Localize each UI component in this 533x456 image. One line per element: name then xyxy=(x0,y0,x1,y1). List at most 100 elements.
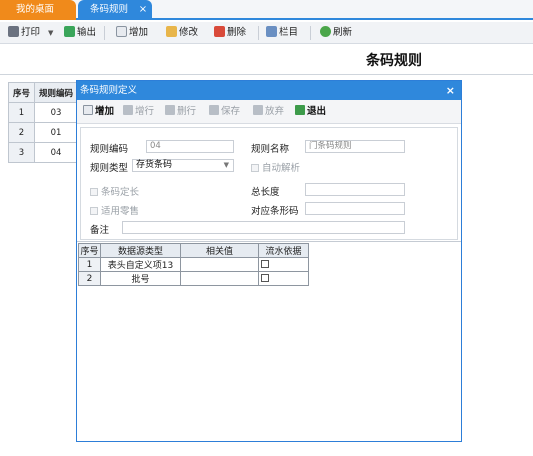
export-label: 输出 xyxy=(77,27,97,38)
row-code: 03 xyxy=(34,102,78,123)
edit-label: 修改 xyxy=(179,27,199,38)
exit-label: 退出 xyxy=(307,106,327,117)
row-code: 04 xyxy=(34,142,78,163)
columns-button[interactable]: 栏目 xyxy=(266,25,298,41)
discard-label: 放弃 xyxy=(265,106,285,117)
checkbox-icon xyxy=(261,259,269,268)
remark-label: 备注 xyxy=(90,225,110,236)
serial-basis-checkbox[interactable] xyxy=(258,257,309,272)
delete-row-icon xyxy=(165,105,175,115)
save-label: 保存 xyxy=(221,106,241,117)
exit-icon xyxy=(295,105,305,115)
save-icon xyxy=(209,105,219,115)
grid-header-code: 规则编码 xyxy=(34,82,78,103)
printer-icon xyxy=(8,26,19,37)
retail-checkbox[interactable]: 适用零售 xyxy=(90,203,139,217)
delete-icon xyxy=(214,26,225,37)
row-num: 1 xyxy=(8,102,35,123)
barcode-field[interactable] xyxy=(305,202,405,215)
rule-name-label: 规则名称 xyxy=(251,144,290,155)
detail-row-num: 2 xyxy=(78,271,101,286)
title-divider xyxy=(0,74,533,75)
add-doc-icon xyxy=(116,26,127,37)
total-length-label: 总长度 xyxy=(251,187,280,198)
delete-row-button[interactable]: 删行 xyxy=(165,105,196,119)
dialog-add-button[interactable]: 增加 xyxy=(83,105,114,119)
export-button[interactable]: 输出 xyxy=(64,25,96,41)
table-row[interactable]: 1 03 xyxy=(8,102,78,123)
remark-field[interactable] xyxy=(122,221,405,234)
auto-parse-label: 自动解析 xyxy=(262,163,301,174)
detail-row-num: 1 xyxy=(78,257,101,272)
print-button[interactable]: 打印 xyxy=(8,25,40,41)
row-num: 3 xyxy=(8,142,35,163)
dialog-add-label: 增加 xyxy=(95,106,115,117)
detail-row-value[interactable] xyxy=(180,271,259,286)
columns-icon xyxy=(266,26,277,37)
detail-header-value: 相关值 xyxy=(180,243,259,258)
close-icon[interactable]: × xyxy=(446,81,455,100)
add-row-icon xyxy=(123,105,133,115)
table-row[interactable]: 3 04 xyxy=(8,142,78,163)
save-button[interactable]: 保存 xyxy=(209,105,240,119)
exit-button[interactable]: 退出 xyxy=(295,105,326,119)
tab-my-desktop[interactable]: 我的桌面 xyxy=(0,0,76,20)
rule-type-select[interactable]: 存货条码 ▼ xyxy=(132,159,234,172)
checkbox-icon xyxy=(261,273,269,282)
toolbar-separator xyxy=(104,26,105,40)
export-icon xyxy=(64,26,75,37)
rule-code-field[interactable]: 04 xyxy=(146,140,234,153)
row-num: 2 xyxy=(8,122,35,143)
checkbox-icon xyxy=(251,164,259,172)
table-row[interactable]: 2 批号 xyxy=(78,271,309,286)
add-doc-icon xyxy=(83,105,93,115)
fixed-length-label: 条码定长 xyxy=(101,187,140,198)
tab-close-icon[interactable]: × xyxy=(137,0,149,20)
dialog-title: 条码规则定义 xyxy=(80,85,138,96)
retail-label: 适用零售 xyxy=(101,206,140,217)
dialog-title-bar[interactable]: 条码规则定义 × xyxy=(77,81,461,100)
add-row-label: 增行 xyxy=(135,106,155,117)
rule-type-label: 规则类型 xyxy=(90,163,129,174)
delete-button[interactable]: 删除 xyxy=(214,25,246,41)
serial-basis-checkbox[interactable] xyxy=(258,271,309,286)
checkbox-icon xyxy=(90,188,98,196)
tab-bar: 我的桌面 条码规则 × xyxy=(0,0,533,20)
fixed-length-checkbox[interactable]: 条码定长 xyxy=(90,184,139,198)
checkbox-icon xyxy=(90,207,98,215)
rule-form: 规则编码 04 规则名称 门条码规则 规则类型 存货条码 ▼ 自动解析 条码定长… xyxy=(80,127,458,240)
toolbar-separator xyxy=(310,26,311,40)
refresh-label: 刷新 xyxy=(333,27,353,38)
detail-row-value[interactable] xyxy=(180,257,259,272)
rule-name-field[interactable]: 门条码规则 xyxy=(305,140,405,153)
add-row-button[interactable]: 增行 xyxy=(123,105,154,119)
barcode-label: 对应条形码 xyxy=(251,206,299,217)
add-button[interactable]: 增加 xyxy=(116,25,148,41)
rule-detail-table: 序号 数据源类型 相关值 流水依据 1 表头自定义项13 2 批号 xyxy=(78,243,309,286)
page-title: 条码规则 xyxy=(366,53,422,69)
rule-code-label: 规则编码 xyxy=(90,144,129,155)
delete-label: 删除 xyxy=(227,27,247,38)
add-label: 增加 xyxy=(129,27,149,38)
table-row[interactable]: 2 01 xyxy=(8,122,78,143)
discard-button[interactable]: 放弃 xyxy=(253,105,284,119)
detail-header-serial: 流水依据 xyxy=(258,243,309,258)
dialog-toolbar: 增加 增行 删行 保存 放弃 退出 xyxy=(77,100,461,124)
delete-row-label: 删行 xyxy=(177,106,197,117)
toolbar-separator xyxy=(258,26,259,40)
main-toolbar: 打印 ▼ 输出 增加 修改 删除 栏目 刷新 xyxy=(0,22,533,44)
total-length-field[interactable] xyxy=(305,183,405,196)
print-label: 打印 xyxy=(21,27,41,38)
table-row[interactable]: 1 表头自定义项13 xyxy=(78,257,309,272)
form-divider xyxy=(77,241,461,242)
print-dropdown-icon[interactable]: ▼ xyxy=(48,25,53,41)
columns-label: 栏目 xyxy=(279,27,299,38)
auto-parse-checkbox[interactable]: 自动解析 xyxy=(251,160,300,174)
refresh-icon xyxy=(320,26,331,37)
grid-header-num: 序号 xyxy=(8,82,35,103)
edit-button[interactable]: 修改 xyxy=(166,25,198,41)
detail-row-source[interactable]: 表头自定义项13 xyxy=(100,257,181,272)
refresh-button[interactable]: 刷新 xyxy=(320,25,352,41)
rule-list-grid: 序号 规则编码 1 03 2 01 3 04 xyxy=(8,82,78,163)
detail-row-source[interactable]: 批号 xyxy=(100,271,181,286)
